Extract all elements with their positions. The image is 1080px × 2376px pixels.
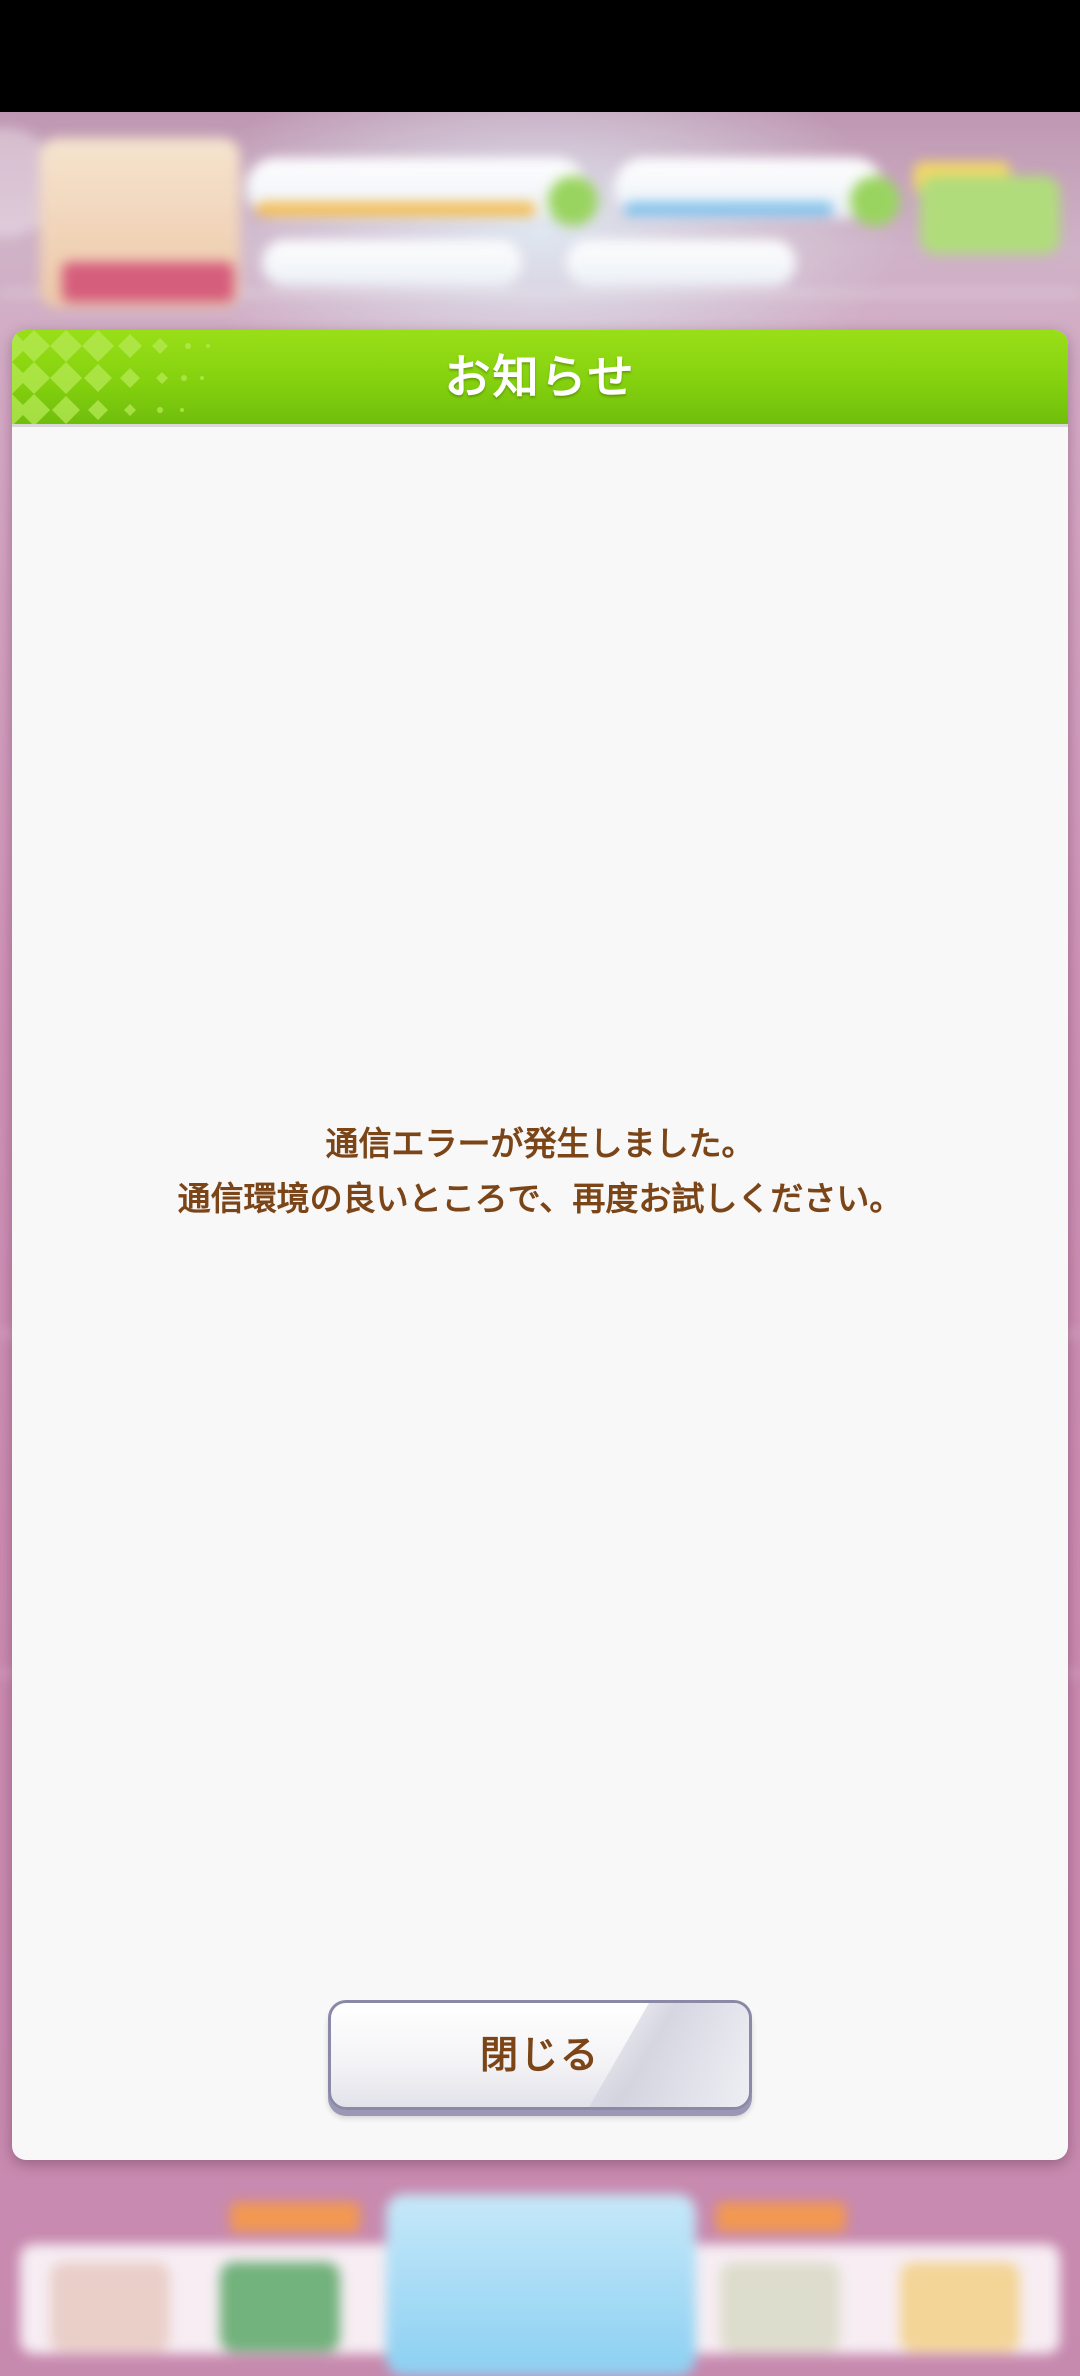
error-message: 通信エラーが発生しました。 通信環境の良いところで、再度お試しください。 xyxy=(12,1116,1068,1226)
close-button[interactable]: 閉じる xyxy=(328,2000,752,2110)
error-message-line-2: 通信環境の良いところで、再度お試しください。 xyxy=(177,1179,903,1218)
error-message-line-1: 通信エラーが発生しました。 xyxy=(325,1124,755,1163)
dialog-title: お知らせ xyxy=(444,350,636,404)
notice-dialog: お知らせ 通信エラーが発生しました。 通信環境の良いところで、再度お試しください… xyxy=(12,330,1068,2160)
close-button-label: 閉じる xyxy=(479,2033,600,2077)
status-bar xyxy=(0,0,1080,112)
dialog-header: お知らせ xyxy=(12,330,1068,427)
